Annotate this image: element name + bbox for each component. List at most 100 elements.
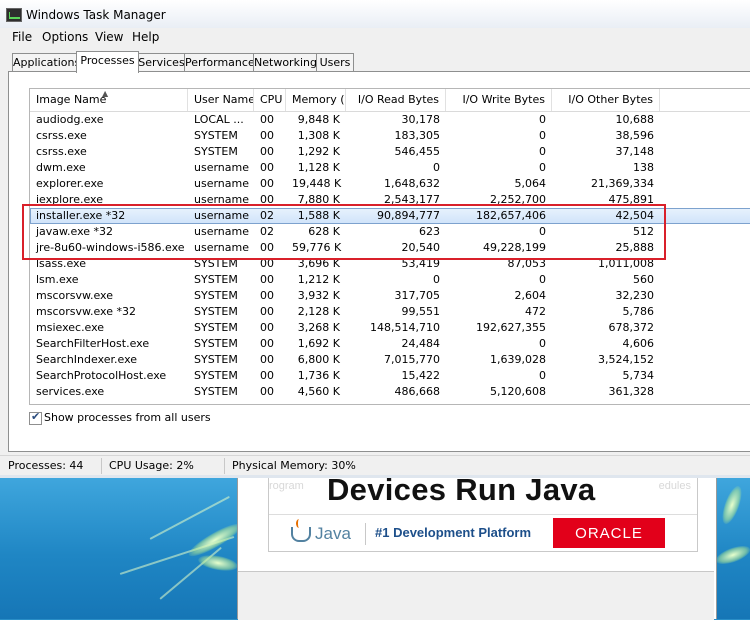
cell-io-read: 0 bbox=[433, 161, 440, 174]
tab-services[interactable]: Services bbox=[137, 53, 186, 71]
cell-io-other: 138 bbox=[633, 161, 654, 174]
column-user-name[interactable]: User Name bbox=[188, 89, 254, 111]
browser-window: rogram edules Devices Run Java Java #1 D… bbox=[237, 478, 717, 620]
status-physical-memory: Physical Memory: 30% bbox=[232, 459, 356, 472]
table-row[interactable]: mscorsvw.exe SYSTEM 00 3,932 K 317,705 2,604 3… bbox=[30, 288, 750, 304]
cell-io-other: 5,734 bbox=[622, 369, 655, 382]
table-row[interactable]: SearchProtocolHost.exe SYSTEM 00 1,736 K 15,… bbox=[30, 368, 750, 384]
cell-memory: 9,848 K bbox=[297, 113, 340, 126]
checkbox-box[interactable]: ✔ bbox=[29, 410, 42, 425]
cell-memory: 6,800 K bbox=[297, 353, 340, 366]
cell-io-write: 0 bbox=[539, 113, 546, 126]
checkmark-icon: ✔ bbox=[31, 410, 41, 423]
cell-user-name: SYSTEM bbox=[194, 337, 238, 350]
cell-memory: 1,212 K bbox=[297, 273, 340, 286]
cell-memory: 1,736 K bbox=[297, 369, 340, 382]
title-bar[interactable]: Windows Task Manager bbox=[0, 0, 750, 28]
column-io-read-bytes[interactable]: I/O Read Bytes bbox=[346, 89, 446, 111]
oracle-logo-text: ORACLE bbox=[575, 525, 643, 542]
cell-user-name: SYSTEM bbox=[194, 353, 238, 366]
cell-io-read: 183,305 bbox=[394, 129, 441, 142]
java-logo-icon: Java bbox=[289, 519, 359, 548]
cell-io-read: 99,551 bbox=[401, 305, 441, 318]
cell-image-name: explorer.exe bbox=[36, 177, 104, 190]
table-row[interactable]: SearchIndexer.exe SYSTEM 00 6,800 K 7,015,77… bbox=[30, 352, 750, 368]
cell-io-read: 24,484 bbox=[401, 337, 441, 350]
cell-cpu: 00 bbox=[260, 369, 274, 382]
cell-memory: 2,128 K bbox=[297, 305, 340, 318]
cell-io-write: 0 bbox=[539, 145, 546, 158]
column-cpu[interactable]: CPU bbox=[254, 89, 286, 111]
menu-options[interactable]: Options bbox=[42, 30, 88, 44]
task-manager-window: Windows Task Manager File Options View H… bbox=[0, 0, 750, 478]
table-row[interactable]: csrss.exe SYSTEM 00 1,292 K 546,455 0 37,148 bbox=[30, 144, 750, 160]
cell-io-read: 30,178 bbox=[401, 113, 441, 126]
red-highlight-annotation bbox=[22, 204, 666, 260]
table-row[interactable]: audiodg.exe LOCAL ... 00 9,848 K 30,178 0 10,6… bbox=[30, 112, 750, 128]
cell-image-name: csrss.exe bbox=[36, 145, 87, 158]
column-image-name[interactable]: Image Name bbox=[30, 89, 188, 111]
column-io-write-bytes[interactable]: I/O Write Bytes bbox=[446, 89, 552, 111]
cell-image-name: csrss.exe bbox=[36, 129, 87, 142]
cell-io-other: 5,786 bbox=[622, 305, 655, 318]
table-row[interactable]: dwm.exe username 00 1,128 K 0 0 138 bbox=[30, 160, 750, 176]
sort-ascending-icon: ▲ bbox=[102, 89, 109, 98]
tab-users[interactable]: Users bbox=[316, 53, 354, 71]
cell-io-other: 361,328 bbox=[608, 385, 655, 398]
tab-networking[interactable]: Networking bbox=[253, 53, 318, 71]
cell-io-write: 5,120,608 bbox=[490, 385, 546, 398]
cell-image-name: dwm.exe bbox=[36, 161, 86, 174]
cell-user-name: SYSTEM bbox=[194, 129, 238, 142]
oracle-logo: ORACLE bbox=[553, 518, 665, 548]
java-ad-banner[interactable]: rogram edules Devices Run Java Java #1 D… bbox=[268, 478, 698, 552]
tab-performance[interactable]: Performance bbox=[184, 53, 255, 71]
java-logo-text: Java bbox=[315, 524, 351, 543]
column-io-other-bytes[interactable]: I/O Other Bytes bbox=[552, 89, 660, 111]
table-row[interactable]: explorer.exe username 00 19,448 K 1,648,632 5… bbox=[30, 176, 750, 192]
cell-io-read: 486,668 bbox=[394, 385, 441, 398]
table-row[interactable]: csrss.exe SYSTEM 00 1,308 K 183,305 0 38,596 bbox=[30, 128, 750, 144]
cell-cpu: 00 bbox=[260, 321, 274, 334]
cell-cpu: 00 bbox=[260, 129, 274, 142]
menu-bar: File Options View Help bbox=[0, 28, 750, 46]
cell-image-name: SearchProtocolHost.exe bbox=[36, 369, 167, 382]
cell-memory: 4,560 K bbox=[297, 385, 340, 398]
table-row[interactable]: lsm.exe SYSTEM 00 1,212 K 0 0 560 bbox=[30, 272, 750, 288]
ad-faint-text-right: edules bbox=[658, 480, 691, 492]
cell-image-name: mscorsvw.exe bbox=[36, 289, 113, 302]
cell-image-name: audiodg.exe bbox=[36, 113, 104, 126]
tab-applications[interactable]: Applications bbox=[12, 53, 80, 71]
cell-cpu: 00 bbox=[260, 353, 274, 366]
cell-memory: 1,308 K bbox=[297, 129, 340, 142]
status-processes: Processes: 44 bbox=[2, 458, 102, 474]
table-row[interactable]: SearchFilterHost.exe SYSTEM 00 1,692 K 24,48… bbox=[30, 336, 750, 352]
table-row[interactable]: msiexec.exe SYSTEM 00 3,268 K 148,514,710 192… bbox=[30, 320, 750, 336]
cell-user-name: username bbox=[194, 161, 249, 174]
cell-io-read: 317,705 bbox=[394, 289, 441, 302]
menu-help[interactable]: Help bbox=[132, 30, 159, 44]
menu-file[interactable]: File bbox=[12, 30, 32, 44]
cell-io-write: 2,604 bbox=[514, 289, 547, 302]
table-row[interactable]: services.exe SYSTEM 00 4,560 K 486,668 5,120,… bbox=[30, 384, 750, 400]
column-memory[interactable]: Memory (... bbox=[286, 89, 346, 111]
task-manager-icon bbox=[6, 8, 22, 22]
cell-io-read: 0 bbox=[433, 273, 440, 286]
cell-io-other: 560 bbox=[633, 273, 654, 286]
cell-io-write: 0 bbox=[539, 273, 546, 286]
window-title: Windows Task Manager bbox=[26, 8, 166, 22]
menu-view[interactable]: View bbox=[95, 30, 123, 44]
cell-cpu: 00 bbox=[260, 113, 274, 126]
cell-memory: 3,268 K bbox=[297, 321, 340, 334]
window-bottom-edge bbox=[0, 475, 750, 478]
cell-io-read: 7,015,770 bbox=[384, 353, 440, 366]
cell-image-name: services.exe bbox=[36, 385, 105, 398]
table-row[interactable]: mscorsvw.exe *32 SYSTEM 00 2,128 K 99,551 472… bbox=[30, 304, 750, 320]
cell-user-name: LOCAL ... bbox=[194, 113, 244, 126]
tab-processes[interactable]: Processes bbox=[76, 51, 139, 73]
status-cpu-usage: CPU Usage: 2% bbox=[103, 458, 225, 474]
ad-headline: Devices Run Java bbox=[327, 478, 596, 507]
cell-memory: 1,292 K bbox=[297, 145, 340, 158]
cell-user-name: SYSTEM bbox=[194, 321, 238, 334]
list-header: Image Name ▲ User Name CPU Memory (... I… bbox=[30, 89, 750, 112]
browser-page-area bbox=[238, 571, 714, 620]
